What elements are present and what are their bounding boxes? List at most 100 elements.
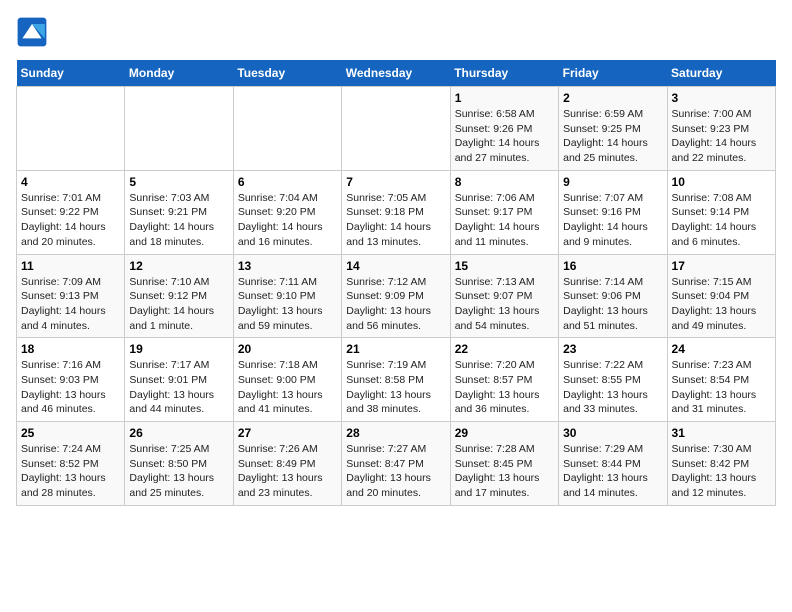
calendar-cell: 18 Sunrise: 7:16 AMSunset: 9:03 PMDayligh… [17, 338, 125, 422]
day-number: 8 [455, 175, 554, 189]
day-info: Sunrise: 7:27 AMSunset: 8:47 PMDaylight:… [346, 442, 445, 501]
day-number: 3 [672, 91, 771, 105]
calendar-week-2: 4 Sunrise: 7:01 AMSunset: 9:22 PMDaylight… [17, 170, 776, 254]
day-info: Sunrise: 7:26 AMSunset: 8:49 PMDaylight:… [238, 442, 337, 501]
day-number: 1 [455, 91, 554, 105]
calendar-cell: 10 Sunrise: 7:08 AMSunset: 9:14 PMDayligh… [667, 170, 775, 254]
day-info: Sunrise: 7:07 AMSunset: 9:16 PMDaylight:… [563, 191, 662, 250]
calendar-cell: 26 Sunrise: 7:25 AMSunset: 8:50 PMDayligh… [125, 422, 233, 506]
calendar-cell: 6 Sunrise: 7:04 AMSunset: 9:20 PMDaylight… [233, 170, 341, 254]
day-info: Sunrise: 7:14 AMSunset: 9:06 PMDaylight:… [563, 275, 662, 334]
calendar-cell: 1 Sunrise: 6:58 AMSunset: 9:26 PMDaylight… [450, 87, 558, 171]
day-number: 10 [672, 175, 771, 189]
day-info: Sunrise: 7:17 AMSunset: 9:01 PMDaylight:… [129, 358, 228, 417]
calendar-cell: 19 Sunrise: 7:17 AMSunset: 9:01 PMDayligh… [125, 338, 233, 422]
calendar-table: SundayMondayTuesdayWednesdayThursdayFrid… [16, 60, 776, 506]
day-info: Sunrise: 7:12 AMSunset: 9:09 PMDaylight:… [346, 275, 445, 334]
header-row: SundayMondayTuesdayWednesdayThursdayFrid… [17, 60, 776, 87]
day-info: Sunrise: 7:10 AMSunset: 9:12 PMDaylight:… [129, 275, 228, 334]
calendar-cell: 12Sunrise: 7:10 AMSunset: 9:12 PMDayligh… [125, 254, 233, 338]
day-number: 19 [129, 342, 228, 356]
calendar-cell [233, 87, 341, 171]
calendar-week-3: 11 Sunrise: 7:09 AMSunset: 9:13 PMDayligh… [17, 254, 776, 338]
day-info: Sunrise: 7:28 AMSunset: 8:45 PMDaylight:… [455, 442, 554, 501]
calendar-cell: 13 Sunrise: 7:11 AMSunset: 9:10 PMDayligh… [233, 254, 341, 338]
calendar-body: 1 Sunrise: 6:58 AMSunset: 9:26 PMDaylight… [17, 87, 776, 506]
day-number: 16 [563, 259, 662, 273]
day-info: Sunrise: 7:24 AMSunset: 8:52 PMDaylight:… [21, 442, 120, 501]
calendar-cell: 23 Sunrise: 7:22 AMSunset: 8:55 PMDayligh… [559, 338, 667, 422]
header-monday: Monday [125, 60, 233, 87]
day-number: 26 [129, 426, 228, 440]
calendar-cell: 9 Sunrise: 7:07 AMSunset: 9:16 PMDaylight… [559, 170, 667, 254]
calendar-cell: 11 Sunrise: 7:09 AMSunset: 9:13 PMDayligh… [17, 254, 125, 338]
calendar-cell: 22Sunrise: 7:20 AMSunset: 8:57 PMDayligh… [450, 338, 558, 422]
calendar-cell: 5Sunrise: 7:03 AMSunset: 9:21 PMDaylight… [125, 170, 233, 254]
day-number: 2 [563, 91, 662, 105]
day-info: Sunrise: 7:25 AMSunset: 8:50 PMDaylight:… [129, 442, 228, 501]
day-info: Sunrise: 6:58 AMSunset: 9:26 PMDaylight:… [455, 107, 554, 166]
page-header [16, 16, 776, 48]
day-number: 6 [238, 175, 337, 189]
calendar-cell: 15 Sunrise: 7:13 AMSunset: 9:07 PMDayligh… [450, 254, 558, 338]
day-number: 13 [238, 259, 337, 273]
header-thursday: Thursday [450, 60, 558, 87]
day-number: 18 [21, 342, 120, 356]
calendar-cell: 3 Sunrise: 7:00 AMSunset: 9:23 PMDaylight… [667, 87, 775, 171]
day-info: Sunrise: 7:04 AMSunset: 9:20 PMDaylight:… [238, 191, 337, 250]
calendar-cell: 7Sunrise: 7:05 AMSunset: 9:18 PMDaylight… [342, 170, 450, 254]
day-info: Sunrise: 7:05 AMSunset: 9:18 PMDaylight:… [346, 191, 445, 250]
day-number: 30 [563, 426, 662, 440]
calendar-header: SundayMondayTuesdayWednesdayThursdayFrid… [17, 60, 776, 87]
day-number: 23 [563, 342, 662, 356]
calendar-cell: 4 Sunrise: 7:01 AMSunset: 9:22 PMDaylight… [17, 170, 125, 254]
calendar-cell: 8 Sunrise: 7:06 AMSunset: 9:17 PMDaylight… [450, 170, 558, 254]
day-info: Sunrise: 7:01 AMSunset: 9:22 PMDaylight:… [21, 191, 120, 250]
day-number: 25 [21, 426, 120, 440]
day-info: Sunrise: 7:15 AMSunset: 9:04 PMDaylight:… [672, 275, 771, 334]
calendar-cell: 29 Sunrise: 7:28 AMSunset: 8:45 PMDayligh… [450, 422, 558, 506]
day-info: Sunrise: 7:22 AMSunset: 8:55 PMDaylight:… [563, 358, 662, 417]
day-info: Sunrise: 7:23 AMSunset: 8:54 PMDaylight:… [672, 358, 771, 417]
day-info: Sunrise: 7:06 AMSunset: 9:17 PMDaylight:… [455, 191, 554, 250]
day-number: 20 [238, 342, 337, 356]
calendar-cell: 17 Sunrise: 7:15 AMSunset: 9:04 PMDayligh… [667, 254, 775, 338]
day-number: 11 [21, 259, 120, 273]
calendar-cell: 28 Sunrise: 7:27 AMSunset: 8:47 PMDayligh… [342, 422, 450, 506]
day-info: Sunrise: 7:16 AMSunset: 9:03 PMDaylight:… [21, 358, 120, 417]
day-number: 4 [21, 175, 120, 189]
logo-icon [16, 16, 48, 48]
calendar-cell: 24Sunrise: 7:23 AMSunset: 8:54 PMDayligh… [667, 338, 775, 422]
calendar-cell: 31Sunrise: 7:30 AMSunset: 8:42 PMDayligh… [667, 422, 775, 506]
header-friday: Friday [559, 60, 667, 87]
day-number: 21 [346, 342, 445, 356]
day-number: 28 [346, 426, 445, 440]
calendar-cell: 21Sunrise: 7:19 AMSunset: 8:58 PMDayligh… [342, 338, 450, 422]
logo [16, 16, 52, 48]
calendar-cell [342, 87, 450, 171]
calendar-week-1: 1 Sunrise: 6:58 AMSunset: 9:26 PMDaylight… [17, 87, 776, 171]
day-number: 29 [455, 426, 554, 440]
calendar-cell [17, 87, 125, 171]
day-info: Sunrise: 7:13 AMSunset: 9:07 PMDaylight:… [455, 275, 554, 334]
header-tuesday: Tuesday [233, 60, 341, 87]
header-saturday: Saturday [667, 60, 775, 87]
calendar-cell: 27 Sunrise: 7:26 AMSunset: 8:49 PMDayligh… [233, 422, 341, 506]
calendar-cell: 2 Sunrise: 6:59 AMSunset: 9:25 PMDaylight… [559, 87, 667, 171]
day-info: Sunrise: 7:00 AMSunset: 9:23 PMDaylight:… [672, 107, 771, 166]
day-number: 15 [455, 259, 554, 273]
calendar-cell: 25 Sunrise: 7:24 AMSunset: 8:52 PMDayligh… [17, 422, 125, 506]
day-info: Sunrise: 7:08 AMSunset: 9:14 PMDaylight:… [672, 191, 771, 250]
day-info: Sunrise: 7:29 AMSunset: 8:44 PMDaylight:… [563, 442, 662, 501]
header-sunday: Sunday [17, 60, 125, 87]
day-info: Sunrise: 7:09 AMSunset: 9:13 PMDaylight:… [21, 275, 120, 334]
day-number: 9 [563, 175, 662, 189]
day-info: Sunrise: 7:03 AMSunset: 9:21 PMDaylight:… [129, 191, 228, 250]
day-number: 17 [672, 259, 771, 273]
day-info: Sunrise: 7:18 AMSunset: 9:00 PMDaylight:… [238, 358, 337, 417]
day-info: Sunrise: 7:11 AMSunset: 9:10 PMDaylight:… [238, 275, 337, 334]
calendar-cell: 30 Sunrise: 7:29 AMSunset: 8:44 PMDayligh… [559, 422, 667, 506]
day-number: 27 [238, 426, 337, 440]
day-info: Sunrise: 6:59 AMSunset: 9:25 PMDaylight:… [563, 107, 662, 166]
calendar-week-5: 25 Sunrise: 7:24 AMSunset: 8:52 PMDayligh… [17, 422, 776, 506]
